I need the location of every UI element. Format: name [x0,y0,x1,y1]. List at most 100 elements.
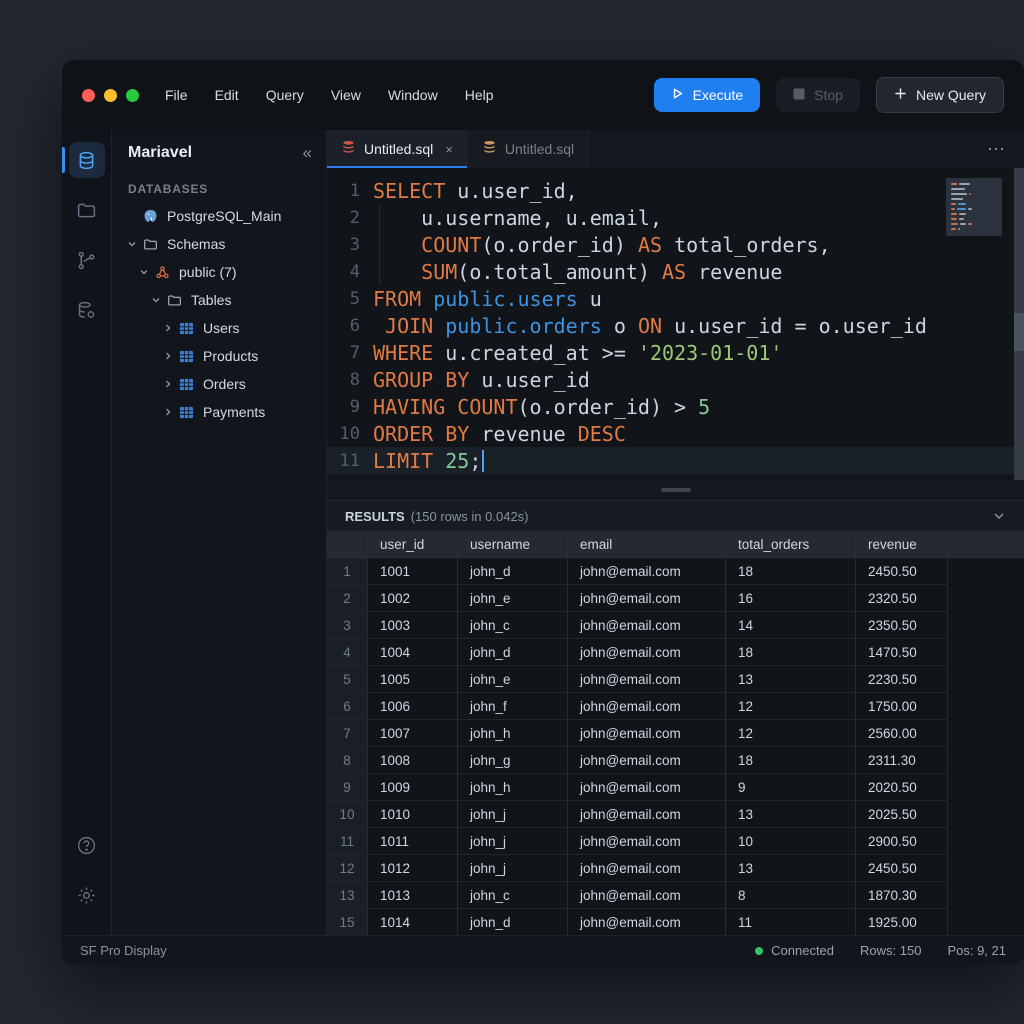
cell-username[interactable]: john_c [458,612,568,639]
code-line-7[interactable]: 7WHERE u.created_at >= '2023-01-01' [327,339,1024,366]
cell-revenue[interactable]: 2025.50 [856,801,948,828]
column-header-email[interactable]: email [568,532,726,558]
sql-editor[interactable]: 1SELECT u.user_id,2 u.username, u.email,… [327,168,1024,480]
cell-email[interactable]: john@email.com [568,747,726,774]
cell-username[interactable]: john_j [458,828,568,855]
rail-database-icon[interactable] [69,142,105,178]
table-row[interactable]: 81008john_gjohn@email.com182311.30 [327,747,1024,774]
chevron-right-icon[interactable] [160,379,176,389]
cell-username[interactable]: john_c [458,882,568,909]
cell-revenue[interactable]: 2450.50 [856,855,948,882]
column-header-user_id[interactable]: user_id [368,532,458,558]
menu-view[interactable]: View [331,87,361,103]
cell-total_orders[interactable]: 14 [726,612,856,639]
stop-button[interactable]: Stop [776,78,860,112]
help-icon[interactable] [69,827,105,863]
cell-email[interactable]: john@email.com [568,585,726,612]
tabbar-more-icon[interactable]: ⋯ [969,130,1024,168]
table-row[interactable]: 111011john_jjohn@email.com102900.50 [327,828,1024,855]
cell-user_id[interactable]: 1006 [368,693,458,720]
cell-user_id[interactable]: 1007 [368,720,458,747]
table-row[interactable]: 51005john_ejohn@email.com132230.50 [327,666,1024,693]
menu-query[interactable]: Query [266,87,304,103]
cell-total_orders[interactable]: 13 [726,801,856,828]
editor-scrollbar-thumb[interactable] [1014,313,1024,351]
tab-close-icon[interactable]: × [445,142,453,157]
code-line-11[interactable]: 11LIMIT 25; [327,447,1024,474]
cell-user_id[interactable]: 1002 [368,585,458,612]
cell-total_orders[interactable]: 12 [726,693,856,720]
cell-total_orders[interactable]: 18 [726,747,856,774]
minimap[interactable] [946,178,1002,236]
cell-username[interactable]: john_f [458,693,568,720]
cell-email[interactable]: john@email.com [568,801,726,828]
cell-revenue[interactable]: 1750.00 [856,693,948,720]
cell-revenue[interactable]: 2230.50 [856,666,948,693]
rail-git-branch-icon[interactable] [69,242,105,278]
tree-item-public-7-[interactable]: public (7) [112,258,326,286]
code-line-3[interactable]: 3 COUNT(o.order_id) AS total_orders, [327,231,1024,258]
rail-folder-icon[interactable] [69,192,105,228]
cell-email[interactable]: john@email.com [568,720,726,747]
cell-revenue[interactable]: 1925.00 [856,909,948,935]
cell-email[interactable]: john@email.com [568,693,726,720]
column-header-total_orders[interactable]: total_orders [726,532,856,558]
cell-revenue[interactable]: 2900.50 [856,828,948,855]
cell-email[interactable]: john@email.com [568,639,726,666]
code-line-5[interactable]: 5FROM public.users u [327,285,1024,312]
close-window-button[interactable] [82,89,95,102]
minimize-window-button[interactable] [104,89,117,102]
cell-revenue[interactable]: 2350.50 [856,612,948,639]
cell-user_id[interactable]: 1010 [368,801,458,828]
table-row[interactable]: 71007john_hjohn@email.com122560.00 [327,720,1024,747]
code-line-9[interactable]: 9HAVING COUNT(o.order_id) > 5 [327,393,1024,420]
cell-revenue[interactable]: 2311.30 [856,747,948,774]
editor-scrollbar[interactable] [1014,168,1024,480]
cell-email[interactable]: john@email.com [568,774,726,801]
table-row[interactable]: 151014john_djohn@email.com111925.00 [327,909,1024,935]
cell-revenue[interactable]: 2560.00 [856,720,948,747]
zoom-window-button[interactable] [126,89,139,102]
execute-button[interactable]: Execute [654,78,761,112]
menu-help[interactable]: Help [465,87,494,103]
cell-username[interactable]: john_e [458,666,568,693]
cell-revenue[interactable]: 2450.50 [856,558,948,585]
cell-username[interactable]: john_d [458,558,568,585]
chevron-down-icon[interactable] [124,239,140,249]
cell-user_id[interactable]: 1003 [368,612,458,639]
tab-2[interactable]: Untitled.sql [468,130,589,168]
cell-username[interactable]: john_d [458,639,568,666]
cell-username[interactable]: john_h [458,720,568,747]
cell-username[interactable]: john_g [458,747,568,774]
cell-total_orders[interactable]: 18 [726,558,856,585]
tree-item-users[interactable]: Users [112,314,326,342]
cell-user_id[interactable]: 1008 [368,747,458,774]
cell-user_id[interactable]: 1005 [368,666,458,693]
cell-revenue[interactable]: 1470.50 [856,639,948,666]
column-header-username[interactable]: username [458,532,568,558]
chevron-right-icon[interactable] [160,323,176,333]
cell-total_orders[interactable]: 13 [726,855,856,882]
cell-total_orders[interactable]: 18 [726,639,856,666]
code-line-10[interactable]: 10ORDER BY revenue DESC [327,420,1024,447]
cell-user_id[interactable]: 1014 [368,909,458,935]
table-row[interactable]: 21002john_ejohn@email.com162320.50 [327,585,1024,612]
table-row[interactable]: 11001john_djohn@email.com182450.50 [327,558,1024,585]
tree-item-payments[interactable]: Payments [112,398,326,426]
results-collapse-chevron-icon[interactable] [992,509,1006,523]
cell-email[interactable]: john@email.com [568,909,726,935]
table-row[interactable]: 121012john_jjohn@email.com132450.50 [327,855,1024,882]
sidebar-collapse-icon[interactable]: « [303,143,310,163]
drag-handle[interactable] [661,488,691,492]
cell-total_orders[interactable]: 8 [726,882,856,909]
tree-item-postgresql-main[interactable]: PostgreSQL_Main [112,202,326,230]
menu-file[interactable]: File [165,87,188,103]
cell-username[interactable]: john_h [458,774,568,801]
code-line-4[interactable]: 4 SUM(o.total_amount) AS revenue [327,258,1024,285]
cell-total_orders[interactable]: 11 [726,909,856,935]
tree-item-orders[interactable]: Orders [112,370,326,398]
table-row[interactable]: 31003john_cjohn@email.com142350.50 [327,612,1024,639]
cell-user_id[interactable]: 1012 [368,855,458,882]
cell-revenue[interactable]: 1870.30 [856,882,948,909]
results-resize-divider[interactable] [327,480,1024,500]
